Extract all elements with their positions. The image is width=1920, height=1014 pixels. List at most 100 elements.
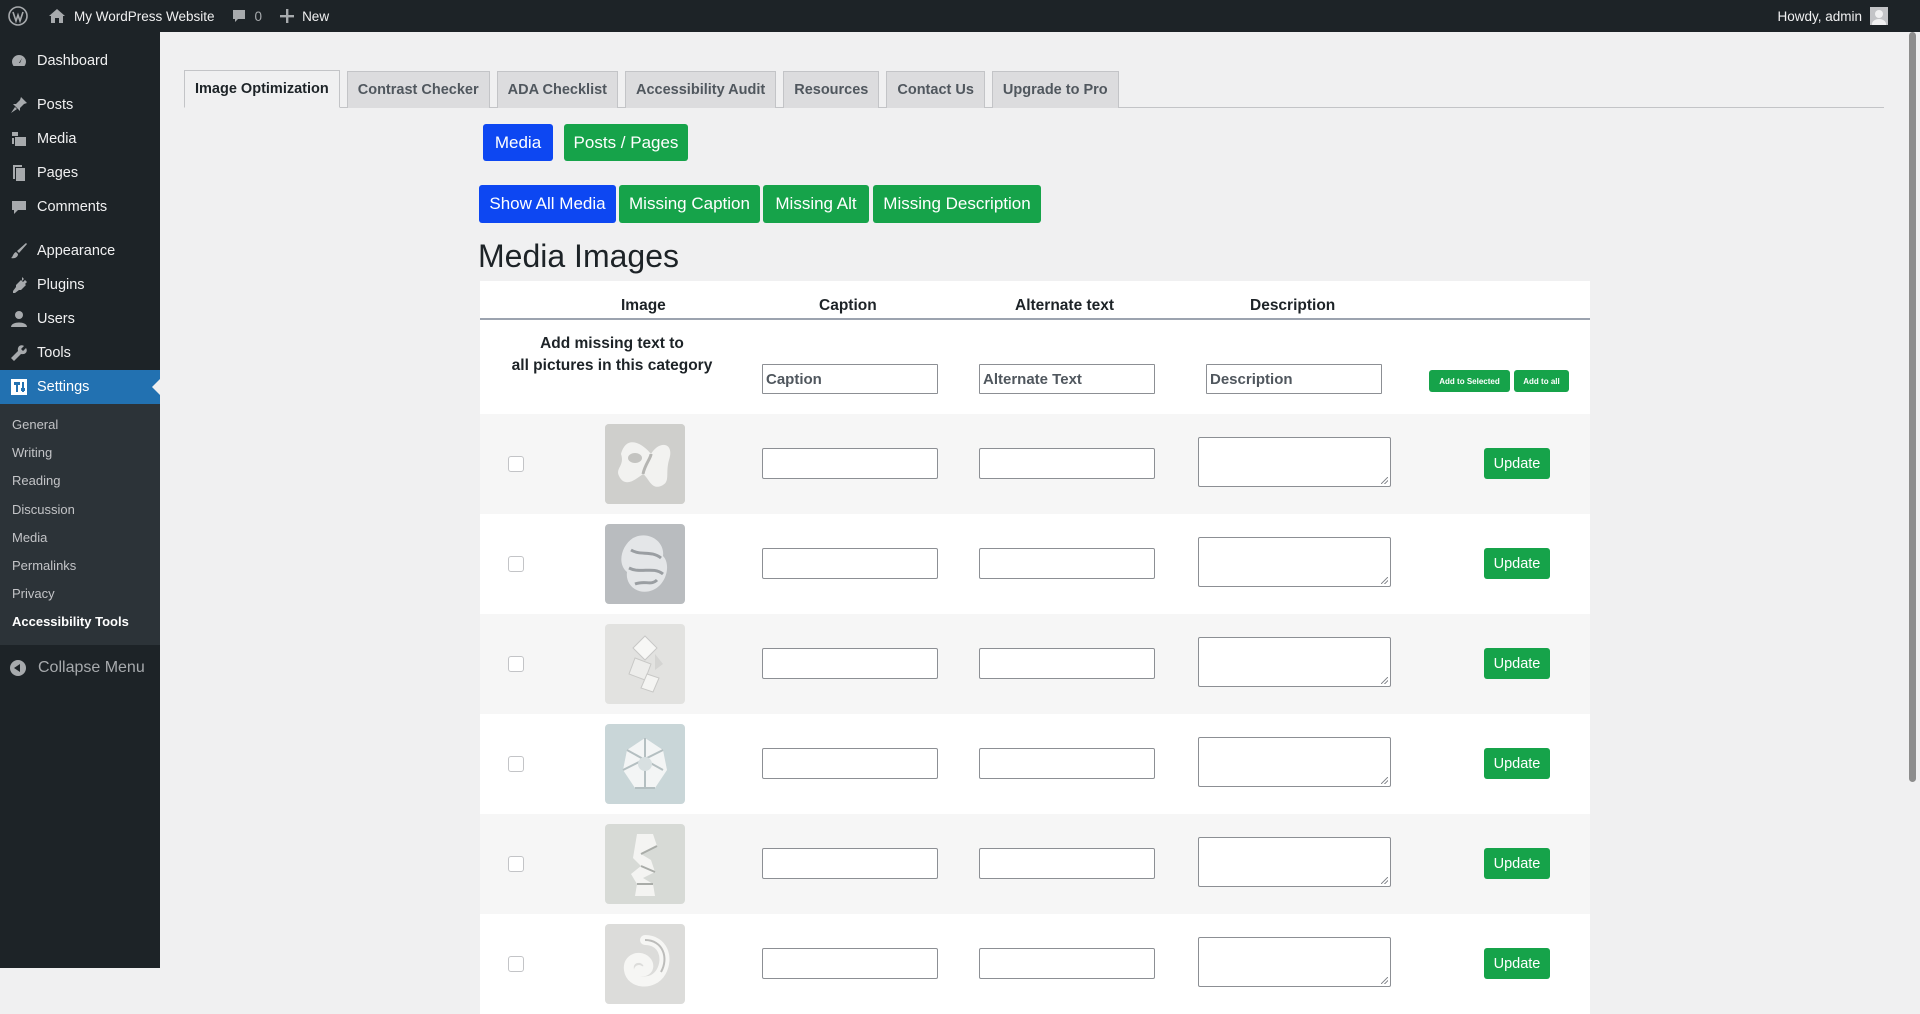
submenu-item-writing[interactable]: Writing	[0, 439, 160, 467]
tab-accessibility-audit[interactable]: Accessibility Audit	[625, 71, 777, 108]
sidebar-item-label: Users	[37, 311, 75, 327]
new-label: New	[302, 8, 330, 24]
caption-input[interactable]	[762, 648, 938, 679]
column-header-alt: Alternate text	[1015, 297, 1115, 314]
sidebar-item-dashboard[interactable]: Dashboard	[0, 44, 160, 78]
sidebar-item-tools[interactable]: Tools	[0, 336, 160, 370]
avatar	[1870, 7, 1888, 25]
media-thumbnail	[605, 524, 685, 604]
page-title: Media Images	[478, 238, 679, 274]
sidebar-item-plugins[interactable]: Plugins	[0, 268, 160, 302]
bulk-description-input[interactable]	[1206, 364, 1382, 394]
submenu-item-media[interactable]: Media	[0, 524, 160, 552]
submenu-item-discussion[interactable]: Discussion	[0, 496, 160, 524]
tab-contact-us[interactable]: Contact Us	[886, 71, 985, 108]
row-select-checkbox[interactable]	[508, 756, 524, 772]
sidebar-item-pages[interactable]: Pages	[0, 156, 160, 190]
alt-text-input[interactable]	[979, 848, 1155, 879]
update-button[interactable]: Update	[1484, 748, 1550, 779]
comments-icon	[10, 198, 28, 216]
user-icon	[10, 310, 28, 328]
settings-icon	[10, 378, 28, 396]
bulk-label-line2: all pictures in this category	[511, 357, 713, 374]
header-divider	[480, 318, 1590, 320]
update-button[interactable]: Update	[1484, 848, 1550, 879]
media-thumbnail	[605, 824, 685, 904]
row-select-checkbox[interactable]	[508, 956, 524, 972]
tab-ada-checklist[interactable]: ADA Checklist	[496, 71, 619, 108]
sidebar-item-users[interactable]: Users	[0, 302, 160, 336]
comments-count: 0	[254, 8, 263, 24]
sidebar-item-comments[interactable]: Comments	[0, 190, 160, 224]
alt-text-input[interactable]	[979, 548, 1155, 579]
sidebar-item-settings[interactable]: Settings	[0, 370, 160, 404]
update-button[interactable]: Update	[1484, 648, 1550, 679]
missing-description-button[interactable]: Missing Description	[873, 185, 1041, 223]
caption-input[interactable]	[762, 548, 938, 579]
sidebar-item-media[interactable]: Media	[0, 122, 160, 156]
wrench-icon	[10, 344, 28, 362]
show-all-media-button[interactable]: Show All Media	[479, 185, 616, 223]
bulk-caption-input[interactable]	[762, 364, 938, 394]
collapse-arrow-icon	[10, 659, 26, 676]
row-select-checkbox[interactable]	[508, 456, 524, 472]
admin-bar: My WordPress Website 0 New Howdy, admin	[0, 0, 1920, 32]
greeting: Howdy, admin	[1777, 8, 1862, 24]
collapse-menu-button[interactable]: Collapse Menu	[0, 651, 160, 685]
description-textarea[interactable]	[1198, 637, 1391, 687]
caption-input[interactable]	[762, 448, 938, 479]
table-row: Update	[480, 814, 1590, 914]
alt-text-input[interactable]	[979, 648, 1155, 679]
plugin-tabs: Image Optimization Contrast Checker ADA …	[184, 70, 1884, 108]
bulk-add-label: Add missing text to all pictures in this…	[502, 333, 722, 377]
sidebar-item-label: Posts	[37, 97, 74, 113]
alt-text-input[interactable]	[979, 748, 1155, 779]
wordpress-logo-icon[interactable]	[0, 0, 38, 32]
description-textarea[interactable]	[1198, 837, 1391, 887]
description-textarea[interactable]	[1198, 937, 1391, 987]
posts-pages-source-button[interactable]: Posts / Pages	[564, 124, 688, 161]
sidebar-item-appearance[interactable]: Appearance	[0, 234, 160, 268]
pages-icon	[10, 164, 28, 182]
sidebar-item-posts[interactable]: Posts	[0, 88, 160, 122]
submenu-item-general[interactable]: General	[0, 411, 160, 439]
sidebar-item-label: Tools	[37, 345, 71, 361]
missing-caption-button[interactable]: Missing Caption	[619, 185, 760, 223]
add-to-selected-button[interactable]: Add to Selected	[1429, 370, 1510, 392]
alt-text-input[interactable]	[979, 448, 1155, 479]
media-table: Image Caption Alternate text Description…	[480, 281, 1590, 1014]
missing-alt-button[interactable]: Missing Alt	[763, 185, 869, 223]
caption-input[interactable]	[762, 948, 938, 979]
scrollbar-thumb[interactable]	[1909, 32, 1916, 782]
pin-icon	[10, 96, 28, 114]
plus-icon	[280, 9, 295, 23]
tab-image-optimization[interactable]: Image Optimization	[184, 70, 340, 108]
my-account[interactable]: Howdy, admin	[1777, 0, 1888, 32]
description-textarea[interactable]	[1198, 537, 1391, 587]
caption-input[interactable]	[762, 848, 938, 879]
submenu-item-reading[interactable]: Reading	[0, 467, 160, 495]
site-name-link[interactable]: My WordPress Website	[38, 0, 223, 32]
row-select-checkbox[interactable]	[508, 856, 524, 872]
description-textarea[interactable]	[1198, 737, 1391, 787]
update-button[interactable]: Update	[1484, 548, 1550, 579]
add-to-all-button[interactable]: Add to all	[1514, 370, 1569, 392]
tab-contrast-checker[interactable]: Contrast Checker	[346, 71, 490, 108]
submenu-item-accessibility-tools[interactable]: Accessibility Tools	[0, 608, 160, 636]
row-select-checkbox[interactable]	[508, 656, 524, 672]
alt-text-input[interactable]	[979, 948, 1155, 979]
update-button[interactable]: Update	[1484, 948, 1550, 979]
media-source-button[interactable]: Media	[483, 124, 553, 161]
new-content-link[interactable]: New	[270, 0, 337, 32]
submenu-item-permalinks[interactable]: Permalinks	[0, 552, 160, 580]
caption-input[interactable]	[762, 748, 938, 779]
bulk-alt-input[interactable]	[979, 364, 1155, 394]
tab-upgrade-to-pro[interactable]: Upgrade to Pro	[991, 71, 1119, 108]
tab-resources[interactable]: Resources	[783, 71, 880, 108]
comments-link[interactable]: 0	[223, 0, 271, 32]
update-button[interactable]: Update	[1484, 448, 1550, 479]
description-textarea[interactable]	[1198, 437, 1391, 487]
submenu-item-privacy[interactable]: Privacy	[0, 580, 160, 608]
table-row: Update	[480, 714, 1590, 814]
row-select-checkbox[interactable]	[508, 556, 524, 572]
